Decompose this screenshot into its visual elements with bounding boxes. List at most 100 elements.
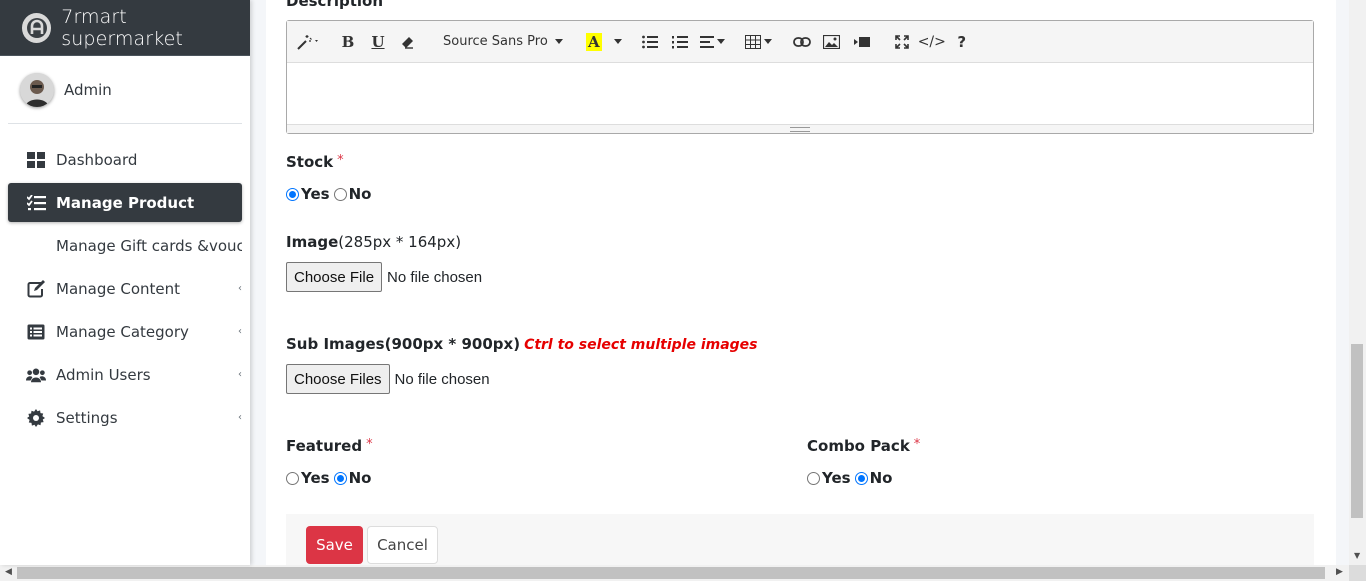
description-editor: B U Source Sans Pro A </> ? — [286, 20, 1314, 134]
eraser-icon[interactable] — [393, 28, 423, 56]
fullscreen-icon[interactable] — [887, 28, 917, 56]
cancel-button[interactable]: Cancel — [367, 526, 438, 564]
unordered-list-icon[interactable] — [635, 28, 665, 56]
required-marker: * — [337, 153, 344, 168]
sidebar-item-label: Manage Product — [56, 193, 195, 212]
featured-no-label: No — [348, 469, 372, 487]
sub-images-file-input: Choose Files No file chosen — [286, 364, 490, 394]
image-label-text: Image — [286, 233, 339, 251]
sidebar-item-admin-users[interactable]: Admin Users ‹ — [8, 355, 242, 394]
featured-yes-radio[interactable] — [286, 471, 299, 485]
sub-images-label-text: Sub Images(900px * 900px) — [286, 335, 521, 353]
scroll-down-arrow-icon[interactable]: ▼ — [1354, 551, 1360, 560]
featured-label: Featured * — [286, 437, 373, 455]
brand-logo-icon — [22, 12, 52, 43]
avatar — [20, 72, 54, 107]
stock-no-label: No — [348, 185, 372, 203]
scroll-left-arrow-icon[interactable]: ◀ — [5, 567, 12, 577]
sub-images-label: Sub Images(900px * 900px) Ctrl to select … — [286, 335, 758, 353]
ordered-list-icon[interactable] — [665, 28, 695, 56]
editor-resize-handle[interactable] — [287, 124, 1313, 133]
font-family-value: Source Sans Pro — [443, 34, 548, 49]
featured-radio-group: Yes No — [286, 469, 375, 487]
choose-file-button[interactable]: Choose File — [286, 262, 383, 292]
chevron-left-icon: ‹ — [238, 369, 242, 380]
user-panel[interactable]: Admin — [8, 56, 242, 124]
color-caret-down-icon[interactable] — [609, 28, 625, 56]
stock-label-text: Stock — [286, 153, 334, 171]
vertical-scrollbar-thumb[interactable] — [1351, 344, 1363, 518]
sidebar-item-manage-category[interactable]: Manage Category ‹ — [8, 312, 242, 351]
users-icon — [26, 365, 46, 385]
image-size-hint: (285px * 164px) — [338, 233, 462, 251]
vertical-scrollbar[interactable]: ▼ — [1349, 0, 1366, 565]
sidebar-nav: Dashboard Manage Product Manage Gift car… — [8, 140, 242, 437]
combo-pack-yes-label: Yes — [822, 469, 851, 487]
featured-no-radio[interactable] — [333, 471, 347, 485]
sidebar-item-label: Manage Category — [56, 322, 189, 341]
description-label: Description — [286, 0, 384, 10]
sidebar-item-label: Admin Users — [56, 365, 151, 384]
help-icon[interactable]: ? — [947, 28, 977, 56]
magic-style-icon[interactable] — [293, 28, 323, 56]
editor-content-area[interactable] — [287, 63, 1313, 124]
user-name: Admin — [64, 80, 112, 99]
video-icon[interactable] — [847, 28, 877, 56]
scroll-right-arrow-icon[interactable]: ▶ — [1336, 567, 1343, 577]
picture-icon[interactable] — [817, 28, 847, 56]
edit-icon — [26, 279, 46, 299]
code-view-icon[interactable]: </> — [917, 28, 947, 56]
stock-no-radio[interactable] — [333, 187, 347, 201]
caret-down-icon — [554, 39, 563, 44]
featured-label-text: Featured — [286, 437, 363, 455]
multiple-images-note: Ctrl to select multiple images — [524, 337, 758, 353]
combo-pack-yes-radio[interactable] — [807, 471, 820, 485]
horizontal-scrollbar-thumb[interactable] — [17, 567, 1325, 579]
table-dropdown-icon[interactable] — [741, 28, 777, 56]
image-file-status: No file chosen — [387, 268, 483, 286]
underline-icon[interactable]: U — [363, 28, 393, 56]
brand-title: 7rmart supermarket — [61, 5, 183, 50]
featured-yes-label: Yes — [301, 469, 330, 487]
stock-yes-radio[interactable] — [286, 187, 299, 201]
link-icon[interactable] — [787, 28, 817, 56]
sidebar-item-manage-content[interactable]: Manage Content ‹ — [8, 269, 242, 308]
gear-icon — [26, 408, 46, 428]
scrollbar-corner — [1349, 565, 1366, 581]
sidebar-item-label: Manage Gift cards &voucher — [56, 236, 242, 255]
font-family-dropdown[interactable]: Source Sans Pro — [433, 28, 569, 56]
sidebar-item-label: Settings — [56, 408, 118, 427]
stock-radio-group: Yes No — [286, 185, 375, 203]
editor-toolbar: B U Source Sans Pro A </> ? — [287, 21, 1313, 63]
product-form: Description B U Source Sans Pro A </> ? … — [266, 0, 1336, 565]
bold-icon[interactable]: B — [333, 28, 363, 56]
image-file-input: Choose File No file chosen — [286, 262, 482, 292]
dashboard-icon — [26, 150, 46, 170]
sidebar-item-gift-cards[interactable]: Manage Gift cards &voucher — [8, 226, 242, 265]
list-alt-icon — [26, 322, 46, 342]
font-color-icon[interactable]: A — [579, 28, 609, 56]
align-dropdown-icon[interactable] — [695, 28, 731, 56]
combo-pack-label: Combo Pack * — [807, 437, 920, 455]
combo-pack-label-text: Combo Pack — [807, 437, 910, 455]
save-button[interactable]: Save — [306, 526, 363, 564]
sub-images-file-status: No file chosen — [394, 370, 490, 388]
chevron-left-icon: ‹ — [238, 412, 242, 423]
combo-pack-no-radio[interactable] — [854, 471, 868, 485]
combo-pack-radio-group: Yes No — [807, 469, 896, 487]
image-label: Image(285px * 164px) — [286, 233, 461, 251]
horizontal-scrollbar[interactable]: ◀ ▶ — [0, 565, 1366, 581]
tasks-list-icon — [26, 193, 46, 213]
sidebar-item-label: Manage Content — [56, 279, 181, 298]
choose-files-button[interactable]: Choose Files — [286, 364, 390, 394]
stock-label: Stock * — [286, 153, 344, 171]
required-marker: * — [913, 437, 921, 452]
chevron-left-icon: ‹ — [238, 283, 242, 294]
sidebar-item-dashboard[interactable]: Dashboard — [8, 140, 242, 179]
sidebar-item-label: Dashboard — [56, 150, 138, 169]
stock-yes-label: Yes — [301, 185, 330, 203]
form-footer: Save Cancel — [286, 514, 1314, 565]
sidebar-item-settings[interactable]: Settings ‹ — [8, 398, 242, 437]
brand-link[interactable]: 7rmart supermarket — [0, 0, 250, 56]
sidebar-item-manage-product[interactable]: Manage Product — [8, 183, 242, 222]
